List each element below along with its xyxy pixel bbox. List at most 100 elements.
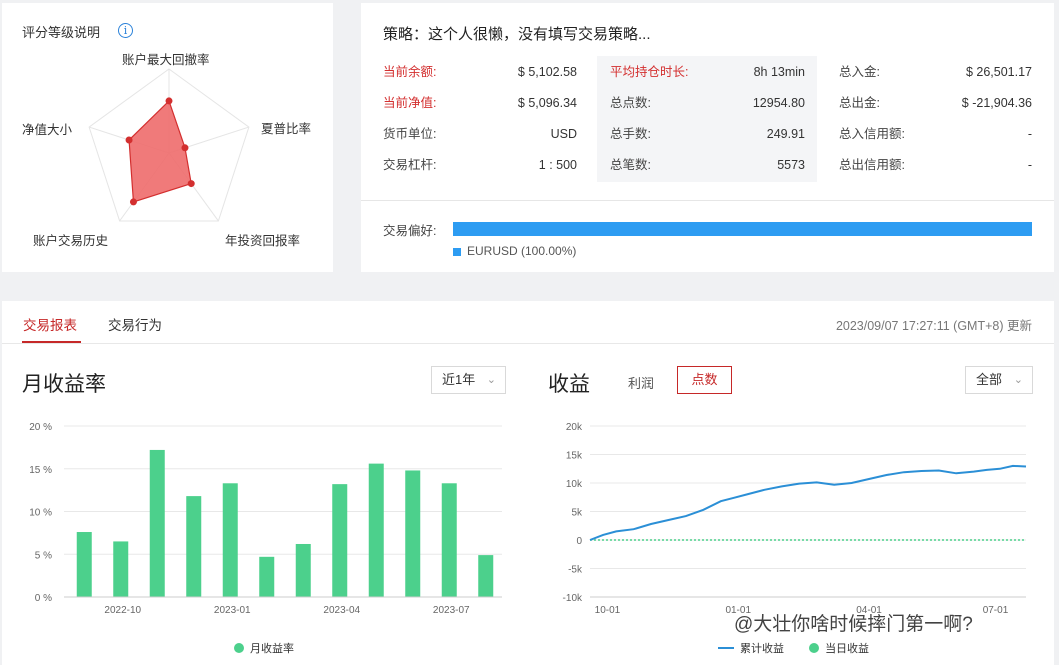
preference-legend-label: EURUSD (100.00%)	[467, 244, 577, 258]
y-tick-label: 20k	[566, 422, 583, 433]
legend-label: 当日收益	[825, 643, 870, 655]
stat-total-lots: 总手数: 249.91	[610, 124, 805, 144]
stat-label: 总点数:	[610, 96, 651, 110]
monthly-return-chart: 0 % 5 % 10 % 15 % 20 % 2022-10 2023-01 2023-04 2…	[29, 422, 502, 616]
stat-avg-hold: 平均持仓时长: 8h 13min	[610, 62, 805, 82]
radar-point	[129, 198, 137, 206]
stat-label: 总笔数:	[610, 158, 651, 172]
bar	[441, 483, 457, 597]
radar-point	[181, 144, 189, 152]
strategy-card: 策略：这个人很懒，没有填写交易策略... 当前余额: $ 5,102.58 当前…	[361, 3, 1054, 272]
stat-value: -	[1027, 127, 1032, 141]
preference-bar[interactable]	[453, 222, 1032, 236]
preference-legend-swatch	[453, 248, 461, 256]
profit-legend[interactable]: 累计收益 当日收益	[718, 640, 869, 656]
stat-total-points: 总点数: 12954.80	[610, 93, 805, 113]
bar	[259, 556, 275, 597]
y-tick-label: 10 %	[29, 508, 52, 519]
stat-value: 12954.80	[752, 96, 805, 110]
select-value: 全部	[976, 372, 1003, 387]
stat-label: 交易杠杆:	[383, 158, 437, 172]
y-tick-label: 10k	[566, 479, 583, 490]
y-tick-label: 0 %	[35, 593, 52, 604]
stat-label: 总入金:	[839, 65, 880, 79]
y-tick-label: -5k	[568, 565, 583, 576]
stat-label: 当前净值:	[383, 96, 437, 110]
tab-trade-report[interactable]: 交易报表	[23, 314, 77, 334]
stat-value: $ 26,501.17	[965, 65, 1032, 79]
y-tick-label: 0	[576, 536, 582, 547]
radar-axis-history: 账户交易历史	[33, 234, 109, 248]
stat-credit-in: 总入信用额: -	[839, 124, 1032, 144]
chevron-down-icon: ⌄	[486, 374, 496, 386]
stat-label: 总入信用额:	[839, 127, 905, 141]
tabs-divider	[2, 343, 1054, 344]
divider	[361, 200, 1054, 201]
radar-point	[165, 97, 173, 105]
stat-balance: 当前余额: $ 5,102.58	[383, 62, 577, 82]
radar-axis-sharpe: 夏普比率	[261, 122, 312, 136]
bar	[368, 463, 384, 597]
y-tick-label: 15k	[566, 451, 583, 462]
x-tick-label: 07-01	[983, 605, 1009, 616]
stat-leverage: 交易杠杆: 1 : 500	[383, 155, 577, 175]
x-tick-label: 10-01	[595, 605, 621, 616]
stat-total-withdraw: 总出金: $ -21,904.36	[839, 93, 1032, 113]
bar	[222, 483, 238, 597]
radar-axis-equity: 净值大小	[22, 123, 73, 137]
monthly-legend[interactable]: 月收益率	[234, 640, 294, 656]
bar	[76, 532, 92, 597]
cumulative-profit-line	[589, 464, 1027, 541]
select-value: 近1年	[442, 372, 476, 387]
bar	[405, 470, 421, 597]
tab-trade-behavior[interactable]: 交易行为	[108, 314, 162, 334]
y-tick-label: -10k	[563, 593, 583, 604]
radar-score-area	[128, 99, 192, 203]
x-tick-label: 2023-01	[214, 605, 251, 616]
radar-axis-annual-return: 年投资回报率	[225, 234, 301, 248]
stat-value: 5573	[777, 158, 805, 172]
bar	[478, 555, 494, 597]
bar	[332, 484, 348, 597]
stat-equity: 当前净值: $ 5,096.34	[383, 93, 577, 113]
radar-axis-max-drawdown: 账户最大回撤率	[122, 53, 210, 67]
monthly-range-select[interactable]: 近1年 ⌄	[431, 366, 506, 394]
stat-value: $ 5,096.34	[517, 96, 577, 110]
stat-value: 249.91	[766, 127, 805, 141]
stat-total-trades: 总笔数: 5573	[610, 155, 805, 175]
score-radar-card: 评分等级说明 i 账户最大回撤率 夏普比率 年投资回报率 账户交易历史 净值大小	[2, 3, 333, 272]
strategy-title: 策略：这个人很懒，没有填写交易策略...	[383, 26, 651, 43]
legend-swatch	[809, 643, 820, 653]
stat-label: 货币单位:	[383, 127, 437, 141]
stat-credit-out: 总出信用额: -	[839, 155, 1032, 175]
legend-label: 月收益率	[250, 643, 294, 655]
points-toggle-button[interactable]: 点数	[677, 366, 732, 394]
chevron-down-icon: ⌄	[1013, 374, 1023, 386]
profit-title: 收益	[548, 373, 590, 396]
legend-label: 累计收益	[740, 643, 784, 655]
legend-swatch	[234, 643, 244, 653]
preference-label: 交易偏好:	[383, 224, 437, 238]
radar-point	[187, 180, 195, 188]
stat-value: -	[1027, 158, 1032, 172]
stat-value: $ -21,904.36	[961, 96, 1032, 110]
bar	[113, 541, 129, 597]
stat-label: 总出金:	[839, 96, 880, 110]
stat-value: $ 5,102.58	[517, 65, 577, 79]
bar	[295, 543, 311, 597]
bar	[186, 496, 202, 597]
monthly-return-title: 月收益率	[22, 373, 106, 396]
profit-toggle-button[interactable]: 利润	[628, 373, 654, 392]
profit-range-select[interactable]: 全部 ⌄	[965, 366, 1033, 394]
stat-total-deposit: 总入金: $ 26,501.17	[839, 62, 1032, 82]
radar-point	[125, 136, 133, 144]
x-tick-label: 2023-07	[433, 605, 470, 616]
x-tick-label: 2022-10	[104, 605, 141, 616]
stat-value: 8h 13min	[753, 65, 805, 79]
y-tick-label: 20 %	[29, 422, 52, 433]
bar	[149, 449, 165, 597]
stat-value: USD	[550, 127, 577, 141]
stat-label: 当前余额:	[383, 65, 437, 79]
stat-label: 总手数:	[610, 127, 651, 141]
y-tick-label: 15 %	[29, 465, 52, 476]
